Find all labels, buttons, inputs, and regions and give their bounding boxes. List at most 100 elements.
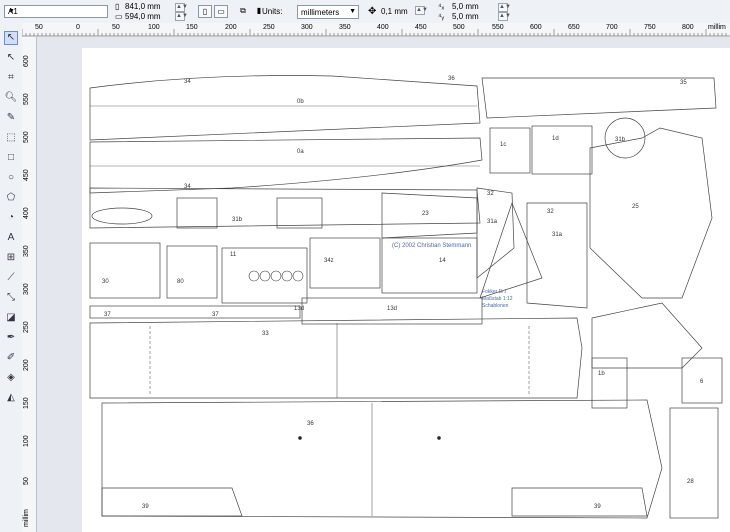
ruler-label: 0 — [76, 24, 80, 31]
zoom-tool-icon[interactable]: 🔍︎ — [4, 91, 18, 105]
units-value: millimeters — [301, 8, 340, 17]
holes — [248, 270, 304, 282]
ruler-label: 50 — [112, 24, 120, 31]
ruler-label: 450 — [415, 24, 427, 31]
chevron-down-icon: ▼ — [349, 8, 356, 15]
ruler-label: 550 — [492, 24, 504, 31]
pick-tool-icon[interactable]: ↖ — [4, 31, 18, 45]
label-39: 39 — [142, 504, 149, 510]
ruler-label: 400 — [23, 207, 30, 219]
table-tool-icon[interactable]: ⊞ — [4, 251, 18, 265]
pattern-sheet[interactable]: 0b 0a 34 34 36 35 1c 1d 31b 31b 23 32 31… — [82, 48, 730, 532]
label-80: 80 — [177, 279, 184, 285]
ruler-label: 500 — [23, 131, 30, 143]
ruler-label: 250 — [263, 24, 275, 31]
label-1c: 1c — [500, 142, 506, 148]
note-line-3: Schablonen — [482, 303, 509, 309]
label-37: 37 — [104, 312, 111, 318]
outline-pen-icon[interactable]: ✐ — [4, 351, 18, 365]
ruler-label: 300 — [301, 24, 313, 31]
note-line-1: Fokker Dr.I — [482, 289, 506, 295]
ruler-label: 700 — [606, 24, 618, 31]
label-25: 25 — [632, 204, 639, 210]
ruler-label: 350 — [23, 245, 30, 257]
shape-tool-icon[interactable]: ↖ — [4, 51, 18, 65]
height-field[interactable]: 594,0 mm — [125, 12, 161, 21]
ruler-label: 750 — [644, 24, 656, 31]
text-tool-icon[interactable]: A — [4, 231, 18, 245]
label-13d: 13d — [294, 306, 304, 312]
ruler-label: 550 — [23, 93, 30, 105]
part-23 — [381, 192, 478, 239]
portrait-button[interactable]: ▯ — [198, 5, 212, 18]
part-31a-b — [526, 202, 588, 309]
ruler-label: 50 — [35, 24, 43, 31]
part-30 — [89, 242, 161, 299]
label-31a: 31a — [487, 219, 498, 225]
label-32b: 32 — [547, 209, 554, 215]
part-39-right — [511, 487, 648, 517]
height-icon: ▭ — [115, 12, 123, 21]
label-23: 23 — [422, 211, 429, 217]
nudge-icon: ✥ — [368, 6, 377, 17]
label-39b: 39 — [594, 504, 601, 510]
interactive-fill-icon[interactable]: ◭ — [4, 391, 18, 405]
width-field[interactable]: 841,0 mm — [125, 2, 161, 11]
nudge-spinner[interactable]: ▲▼ — [415, 6, 428, 15]
rectangle-tool-icon[interactable]: □ — [4, 151, 18, 165]
freehand-tool-icon[interactable]: ✎ — [4, 111, 18, 125]
label-30: 30 — [102, 279, 109, 285]
label-11: 11 — [230, 252, 237, 258]
fill-tool-icon[interactable]: ◈ — [4, 371, 18, 385]
label-36a: 36 — [307, 421, 314, 427]
connector-tool-icon[interactable]: ⤡ — [4, 291, 18, 305]
label-6: 6 — [700, 379, 704, 385]
drawing-canvas[interactable]: 0b 0a 34 34 36 35 1c 1d 31b 31b 23 32 31… — [37, 37, 730, 532]
chevron-down-icon: ▼ — [8, 8, 15, 15]
dup-y-field[interactable]: 5,0 mm — [452, 12, 479, 21]
ruler-label: 400 — [377, 24, 389, 31]
polygon-tool-icon[interactable]: ⬠ — [4, 191, 18, 205]
part-30a — [276, 197, 323, 229]
label-34b: 34 — [184, 184, 191, 190]
crop-tool-icon[interactable]: ⌗ — [4, 71, 18, 85]
basic-shapes-icon[interactable]: ◔ — [4, 211, 18, 225]
horizontal-ruler[interactable]: 50 0 50 100 150 200 250 300 350 400 450 … — [22, 23, 730, 38]
all-pages-icon[interactable]: ⧉ — [236, 5, 250, 18]
part-0b — [89, 75, 481, 141]
width-spinner[interactable]: ▲▼ — [175, 3, 188, 12]
height-spinner[interactable]: ▲▼ — [175, 12, 188, 21]
units-select[interactable]: millimeters ▼ — [297, 5, 359, 19]
ruler-label: 200 — [23, 359, 30, 371]
drawing-page[interactable]: 0b 0a 34 34 36 35 1c 1d 31b 31b 23 32 31… — [82, 48, 730, 532]
part-36 — [101, 399, 663, 519]
blend-tool-icon[interactable]: ◪ — [4, 311, 18, 325]
nudge-field[interactable]: 0,1 mm — [381, 7, 408, 16]
ruler-label: 450 — [23, 169, 30, 181]
label-0b: 0b — [297, 99, 304, 105]
paper-size-select[interactable]: A1 ▼ — [4, 5, 108, 18]
part-0a — [89, 137, 483, 194]
ruler-label: 500 — [453, 24, 465, 31]
part-34z — [309, 237, 381, 289]
part-80 — [166, 245, 218, 299]
landscape-button[interactable]: ▭ — [214, 5, 228, 18]
ruler-unit: millim — [23, 509, 30, 527]
dup-x-spinner[interactable]: ▲▼ — [498, 3, 511, 12]
eyedropper-icon[interactable]: ✒ — [4, 331, 18, 345]
ruler-label: 600 — [530, 24, 542, 31]
label-0a: 0a — [297, 149, 304, 155]
dup-y-spinner[interactable]: ▲▼ — [498, 12, 511, 21]
part-28 — [669, 407, 719, 519]
label-37b: 37 — [212, 312, 219, 318]
ellipse-tool-icon[interactable]: ○ — [4, 171, 18, 185]
label-28: 28 — [687, 479, 694, 485]
dup-x-icon: ⁴ₓ — [438, 2, 445, 11]
dimension-tool-icon[interactable]: ⟋ — [4, 271, 18, 285]
dup-x-field[interactable]: 5,0 mm — [452, 2, 479, 11]
ruler-label: 150 — [186, 24, 198, 31]
ruler-label: 100 — [148, 24, 160, 31]
label-1b: 1b — [598, 371, 605, 377]
smart-fill-icon[interactable]: ⬚ — [4, 131, 18, 145]
vertical-ruler[interactable]: 600 550 500 450 400 350 300 250 200 150 … — [22, 37, 37, 532]
